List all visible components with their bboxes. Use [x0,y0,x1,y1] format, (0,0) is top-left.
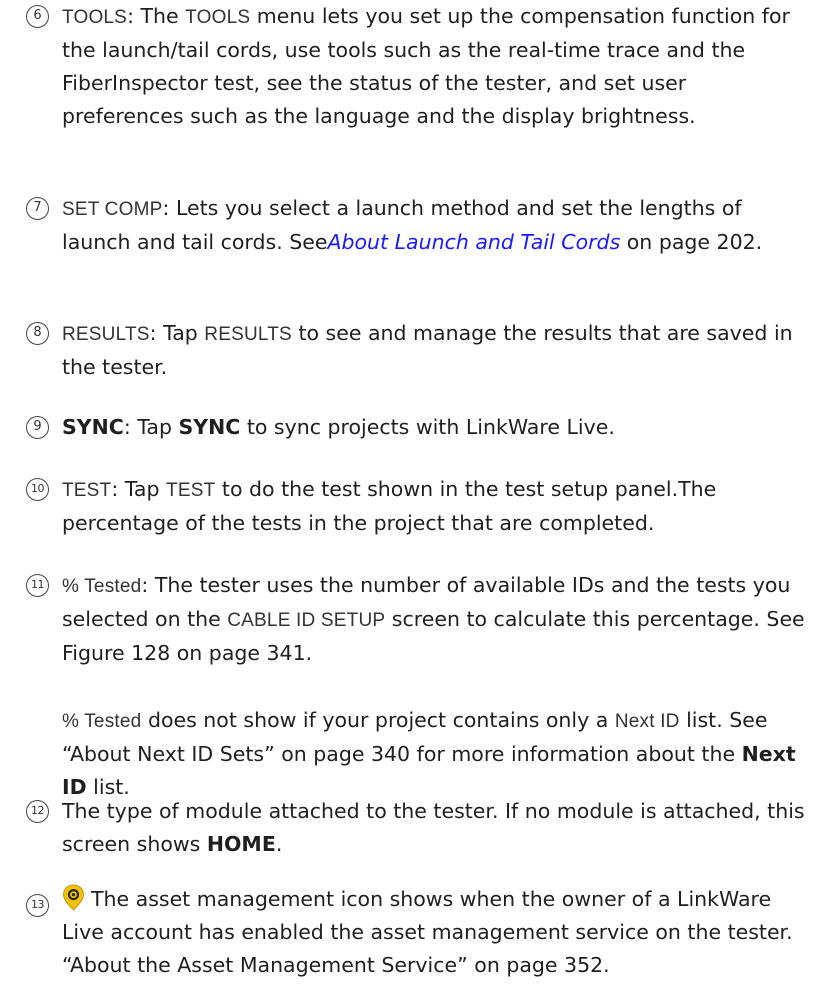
item-number-badge: 7 [26,197,49,220]
ui-term: TOOLS [62,7,128,28]
item-subparagraph: % Tested does not show if your project c… [62,704,807,804]
item-text: TOOLS: The TOOLS menu lets you set up th… [62,0,807,133]
text-fragment: . [275,832,283,856]
colon: : [149,321,157,345]
ui-term: SET COMP [62,199,163,220]
ui-term: % Tested [62,576,142,597]
text-fragment: The asset management icon shows when the… [62,887,793,977]
item-number-badge: 10 [26,478,49,501]
ui-term: CABLE ID SETUP [227,610,386,631]
text-fragment: to sync projects with LinkWare Live. [240,415,615,439]
ui-term: RESULTS [204,324,292,345]
bold-term: HOME [206,832,276,856]
item-number-badge: 13 [26,894,49,917]
item-number-badge: 6 [26,5,49,28]
item-number-badge: 11 [26,574,49,597]
ui-term: TOOLS [185,7,251,28]
item-text: The type of module attached to the teste… [62,795,807,861]
colon: : [123,415,131,439]
ui-term: Next ID [614,711,680,732]
text-fragment: The type of module attached to the teste… [62,799,805,856]
item-text: SET COMP: Lets you select a launch metho… [62,192,807,259]
item-text: The asset management icon shows when the… [62,883,807,982]
text-fragment: The [133,4,186,28]
ui-term: % Tested [62,711,142,732]
item-text: SYNC: Tap SYNC to sync projects with Lin… [62,411,807,444]
manual-page: 6 TOOLS: The TOOLS menu lets you set up … [0,0,825,994]
item-text: % Tested: The tester uses the number of … [62,569,807,670]
ui-term: RESULTS [62,324,150,345]
ui-term: TEST [62,480,112,501]
item-number-badge: 12 [26,800,49,823]
bold-term: SYNC [178,415,241,439]
ui-term: TEST [166,480,216,501]
cross-reference-link[interactable]: About Launch and Tail Cords [327,230,620,254]
item-text: TEST: Tap TEST to do the test shown in t… [62,473,807,540]
text-fragment: Tap [130,415,179,439]
bold-term: SYNC [62,415,124,439]
item-text: RESULTS: Tap RESULTS to see and manage t… [62,317,807,384]
asset-management-icon [62,884,85,911]
item-number-badge: 9 [26,416,49,439]
item-number-badge: 8 [26,322,49,345]
text-fragment: Tap [156,321,205,345]
text-fragment: on page 202. [620,230,763,254]
text-fragment: Tap [118,477,167,501]
text-fragment: does not show if your project contains o… [141,708,615,732]
colon: : [127,4,134,28]
